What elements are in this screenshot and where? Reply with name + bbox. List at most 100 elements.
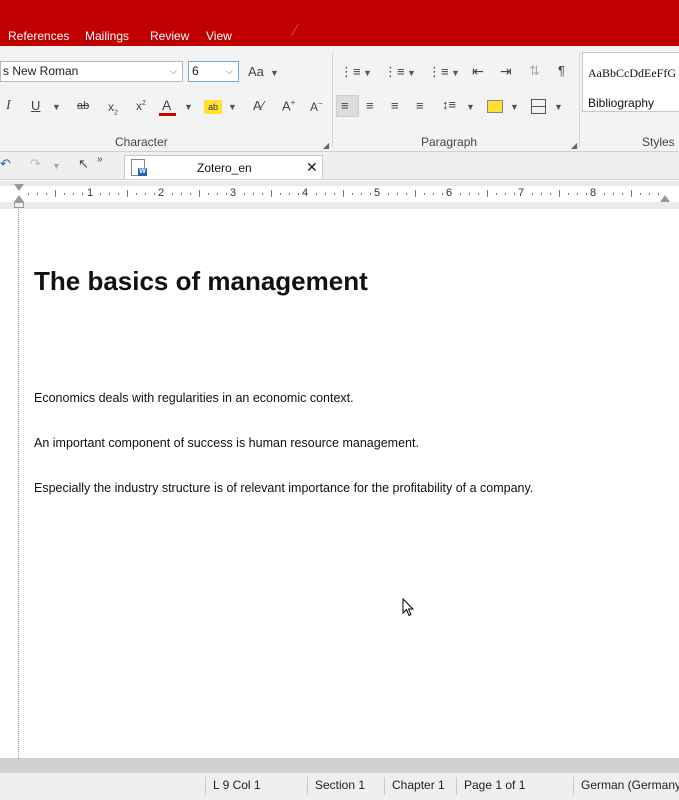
ruler-tick: [397, 193, 398, 195]
document-heading[interactable]: The basics of management: [34, 266, 368, 297]
paragraph[interactable]: Economics deals with regularities in an …: [34, 391, 354, 405]
font-color-swatch: [159, 113, 176, 116]
bullet-list-icon[interactable]: ⋮≡: [340, 65, 361, 78]
ruler[interactable]: 1 2 3 4 5 6 7 8: [0, 181, 679, 209]
chevron-down-icon[interactable]: ▼: [554, 102, 563, 112]
ruler-tick: [298, 193, 299, 195]
right-indent-marker[interactable]: [660, 195, 670, 202]
highlight-icon[interactable]: ab: [204, 100, 222, 114]
first-line-indent-marker[interactable]: [14, 184, 24, 191]
line-spacing-icon[interactable]: ↕≡: [442, 98, 456, 111]
change-case-icon[interactable]: Aa: [248, 65, 264, 78]
chevron-down-icon[interactable]: ▼: [510, 102, 519, 112]
multilevel-list-icon[interactable]: ⋮≡: [428, 65, 449, 78]
chevron-down-icon[interactable]: ▼: [363, 68, 372, 78]
ruler-tick: [145, 193, 146, 195]
chevron-down-icon[interactable]: ▼: [451, 68, 460, 78]
ruler-tick: [226, 193, 227, 195]
sort-icon[interactable]: ⇅: [529, 64, 540, 77]
dialog-launcher-icon[interactable]: ◢: [571, 141, 577, 150]
shrink-font-icon[interactable]: A−: [310, 100, 323, 114]
pointer-icon[interactable]: ↖: [78, 157, 89, 170]
font-name-value: s New Roman: [3, 64, 79, 78]
font-name-field[interactable]: s New Roman ⌵: [0, 61, 183, 82]
paragraph[interactable]: An important component of success is hum…: [34, 436, 419, 450]
chevron-down-icon[interactable]: ▼: [466, 102, 475, 112]
status-chapter[interactable]: Chapter 1: [392, 778, 445, 792]
undo-icon[interactable]: ↶: [0, 157, 11, 170]
borders-icon[interactable]: [531, 99, 546, 114]
mouse-pointer-icon: [402, 598, 415, 617]
italic-icon[interactable]: I: [6, 99, 11, 113]
align-right-icon[interactable]: ≡: [391, 99, 399, 112]
dialog-launcher-icon[interactable]: ◢: [323, 141, 329, 150]
style-gallery-item[interactable]: AaBbCcDdEeFfG Bibliography: [582, 52, 679, 112]
clear-format-icon[interactable]: A⁄: [253, 99, 264, 112]
tab-zotero-en[interactable]: W Zotero_en ✕: [124, 155, 323, 179]
ruler-tick: [577, 193, 578, 195]
chevron-down-icon[interactable]: ▼: [52, 102, 61, 112]
status-separator: [384, 777, 385, 795]
style-name: Bibliography: [588, 96, 655, 110]
more-icon[interactable]: »: [97, 155, 103, 165]
menu-bar: References Mailings Review View: [0, 0, 679, 46]
status-language[interactable]: German (Germany): [581, 778, 679, 792]
menu-mailings[interactable]: Mailings: [85, 27, 129, 43]
ruler-tick: [631, 190, 632, 197]
ruler-tick: [559, 190, 560, 197]
ruler-tick: [46, 193, 47, 195]
chevron-down-icon[interactable]: ⌵: [226, 66, 233, 77]
menu-view[interactable]: View: [206, 27, 232, 43]
left-indent-marker[interactable]: [14, 202, 24, 208]
ruler-number: 2: [158, 187, 165, 199]
status-separator: [307, 777, 308, 795]
document-page[interactable]: The basics of management Economics deals…: [0, 209, 679, 758]
ruler-tick: [64, 193, 65, 195]
chevron-down-icon[interactable]: ▼: [228, 102, 237, 112]
chevron-down-icon[interactable]: ⌵: [170, 66, 177, 77]
numbered-list-icon[interactable]: ⋮≡: [384, 65, 405, 78]
redo-icon[interactable]: ↷: [30, 157, 41, 170]
ruler-tick: [505, 193, 506, 195]
pilcrow-icon[interactable]: ¶: [558, 64, 565, 77]
underline-icon[interactable]: U: [31, 99, 40, 112]
hanging-indent-marker[interactable]: [14, 195, 24, 202]
status-section[interactable]: Section 1: [315, 778, 365, 792]
close-icon[interactable]: ✕: [306, 159, 318, 176]
strikethrough-icon[interactable]: ab: [77, 101, 89, 112]
chevron-down-icon[interactable]: ▼: [52, 161, 61, 171]
status-separator: [205, 777, 206, 795]
styles-group-label: Styles: [642, 135, 675, 149]
paragraph[interactable]: Especially the industry structure is of …: [34, 481, 533, 495]
superscript-icon[interactable]: x2: [136, 100, 146, 112]
ruler-tick: [127, 190, 128, 197]
increase-indent-icon[interactable]: ⇥: [500, 64, 512, 78]
status-cursor-position[interactable]: L 9 Col 1: [213, 778, 261, 792]
ruler-tick: [442, 193, 443, 195]
shading-icon[interactable]: [487, 100, 503, 113]
menu-review[interactable]: Review: [150, 27, 189, 43]
ruler-tick: [406, 193, 407, 195]
font-color-icon[interactable]: A: [162, 98, 171, 112]
font-size-field[interactable]: 6 ⌵: [188, 61, 239, 82]
paragraph-group-label: Paragraph: [421, 135, 478, 149]
ruler-number: 1: [87, 187, 94, 199]
subscript-icon[interactable]: x2: [108, 101, 118, 117]
ruler-tick: [343, 190, 344, 197]
ruler-tick: [325, 193, 326, 195]
ruler-tick: [352, 193, 353, 195]
chevron-down-icon[interactable]: ▼: [270, 68, 279, 78]
decrease-indent-icon[interactable]: ⇤: [472, 64, 484, 78]
chevron-down-icon[interactable]: ▼: [407, 68, 416, 78]
grow-font-icon[interactable]: A+: [282, 99, 295, 113]
status-separator: [573, 777, 574, 795]
ruler-tick: [460, 193, 461, 195]
ruler-tick: [586, 193, 587, 195]
horizontal-scrollbar[interactable]: [0, 758, 679, 772]
menu-references[interactable]: References: [8, 27, 69, 43]
align-center-icon[interactable]: ≡: [366, 99, 374, 112]
chevron-down-icon[interactable]: ▼: [184, 102, 193, 112]
ruler-tick: [640, 193, 641, 195]
justify-icon[interactable]: ≡: [416, 99, 424, 112]
status-page[interactable]: Page 1 of 1: [464, 778, 525, 792]
